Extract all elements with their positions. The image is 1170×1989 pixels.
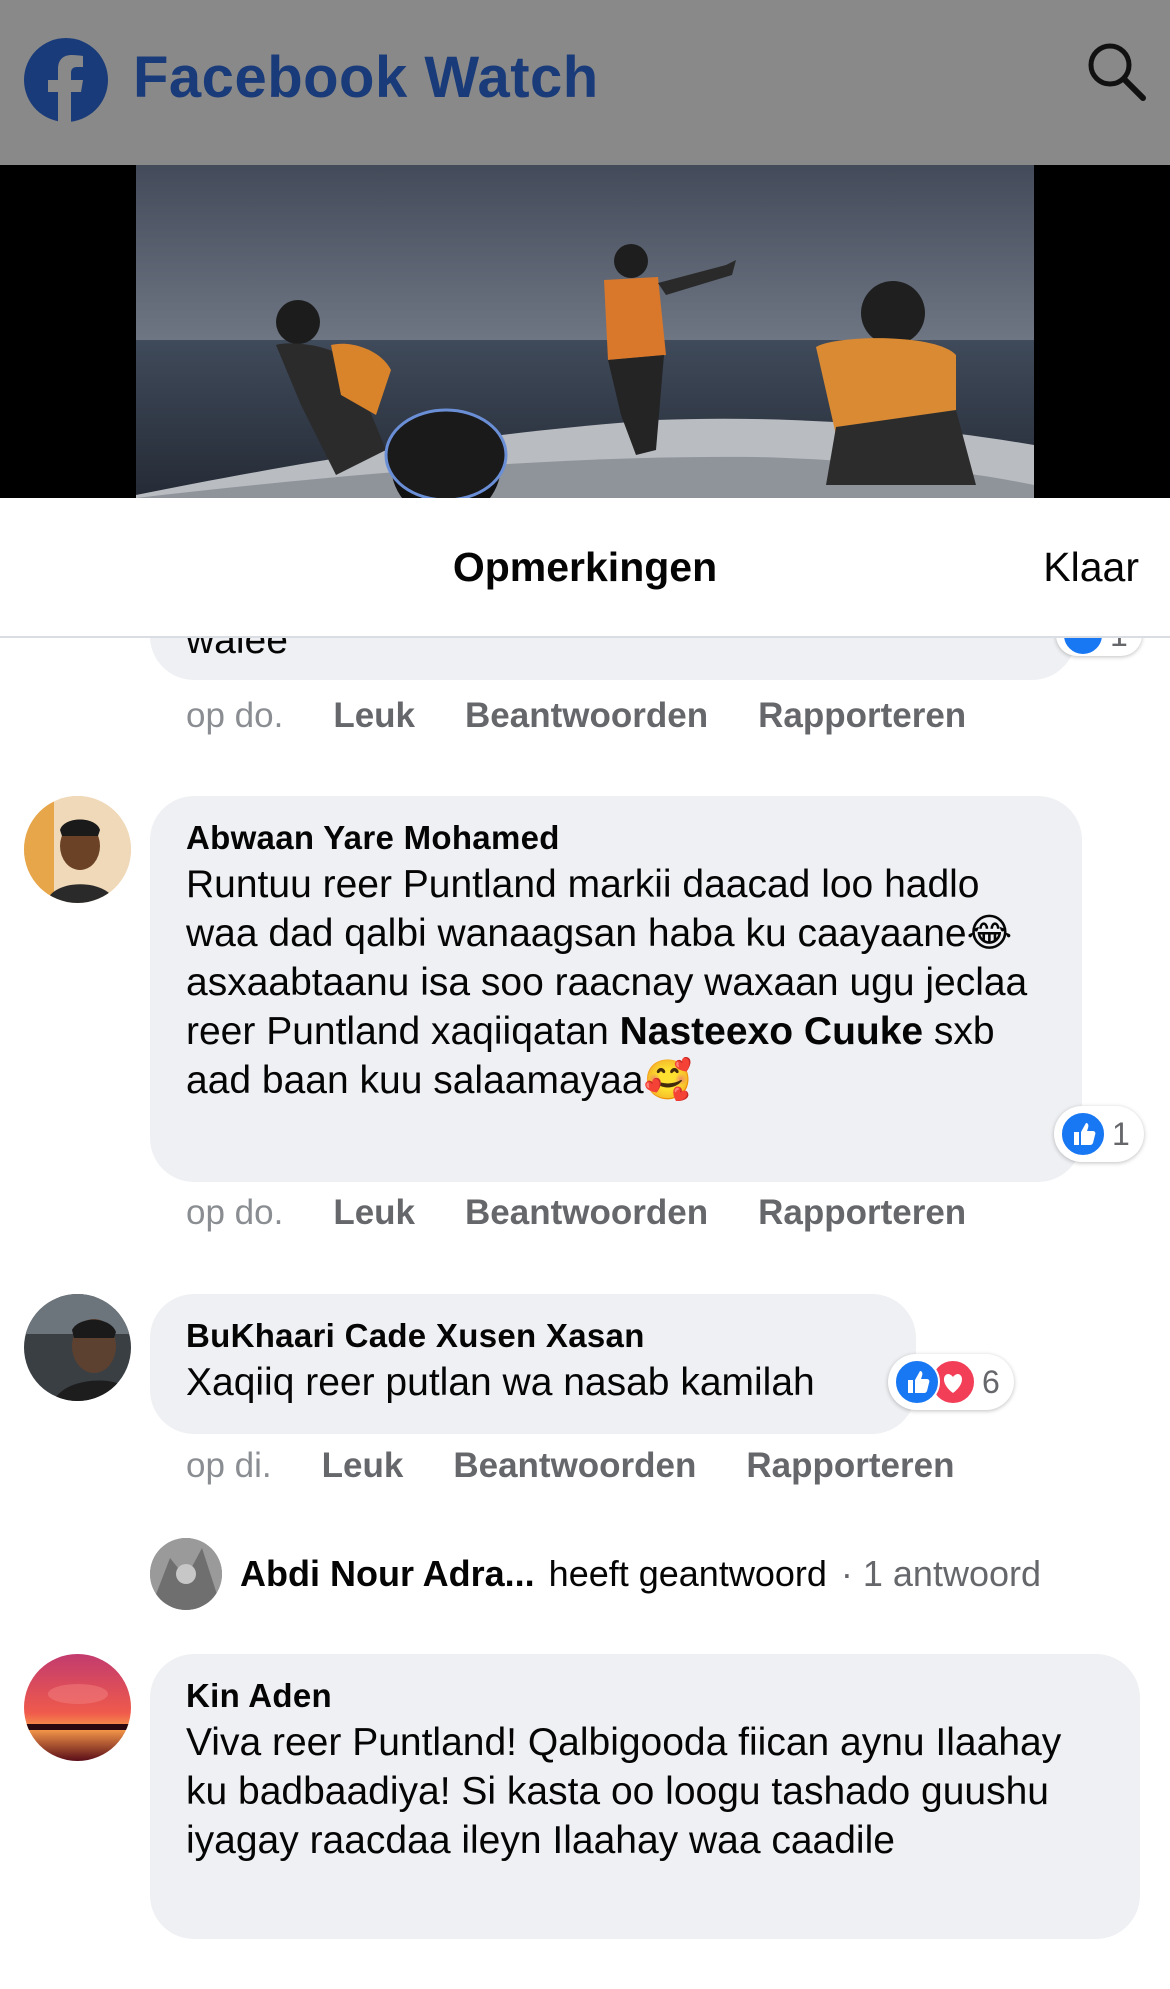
comment-actions: op do. Leuk Beantwoorden Rapporteren (186, 1193, 966, 1233)
sheet-header: Opmerkingen Klaar (0, 498, 1170, 638)
comment-author[interactable]: BuKhaari Cade Xusen Xasan (186, 1314, 880, 1358)
facebook-logo-icon[interactable] (24, 38, 108, 122)
comment-author[interactable]: Kin Aden (186, 1674, 1104, 1718)
like-reaction-icon (894, 1359, 940, 1405)
comments-sheet: Opmerkingen Klaar walee 1 op do. Leuk Be… (0, 498, 1170, 1989)
reply-verb: heeft geantwoord (548, 1553, 827, 1594)
like-button[interactable]: Leuk (322, 1446, 404, 1486)
comment-text: walee (186, 638, 288, 662)
comment-text: Runtuu reer Puntland markii daacad loo h… (186, 860, 1046, 1105)
like-button[interactable]: Leuk (333, 696, 415, 736)
comment-time: op do. (186, 696, 284, 735)
comment-actions: op di. Leuk Beantwoorden Rapporteren (186, 1446, 955, 1486)
comment-time: op di. (186, 1446, 272, 1485)
comment-bubble[interactable]: walee (150, 638, 1076, 680)
comment-time: op do. (186, 1193, 284, 1232)
view-replies-link[interactable]: Abdi Nour Adra... heeft geantwoord · 1 a… (150, 1538, 1041, 1610)
sheet-title: Opmerkingen (452, 544, 718, 590)
reaction-summary[interactable]: 1 (1054, 1106, 1144, 1162)
avatar[interactable] (24, 1294, 131, 1401)
reply-author: Abdi Nour Adra... (240, 1553, 535, 1594)
like-reaction-icon (1060, 1111, 1106, 1157)
reaction-summary[interactable]: 1 (1056, 638, 1142, 656)
avatar[interactable] (24, 796, 131, 903)
video-thumbnail[interactable] (136, 165, 1034, 498)
mention-link[interactable]: Nasteexo Cuuke (620, 1010, 923, 1053)
comment-bubble[interactable]: Abwaan Yare Mohamed Runtuu reer Puntland… (150, 796, 1082, 1182)
reply-button[interactable]: Beantwoorden (465, 1193, 708, 1233)
reaction-summary[interactable]: 6 (888, 1354, 1014, 1410)
reply-button[interactable]: Beantwoorden (465, 696, 708, 736)
comment-bubble[interactable]: Kin Aden Viva reer Puntland! Qalbigooda … (150, 1654, 1140, 1939)
app-title: Facebook Watch (133, 45, 599, 110)
top-bar: Facebook Watch (0, 0, 1170, 165)
comments-list[interactable]: walee 1 op do. Leuk Beantwoorden Rapport… (0, 638, 1170, 1989)
reaction-count: 1 (1110, 638, 1128, 654)
comment-text: Xaqiiq reer putlan wa nasab kamilah (186, 1361, 815, 1404)
comment-author[interactable]: Abwaan Yare Mohamed (186, 816, 1046, 860)
reply-count: · 1 antwoord (840, 1553, 1041, 1594)
video-player[interactable] (0, 165, 1170, 498)
like-reaction-icon (1062, 638, 1104, 656)
comment-bubble[interactable]: BuKhaari Cade Xusen Xasan Xaqiiq reer pu… (150, 1294, 916, 1434)
reply-button[interactable]: Beantwoorden (453, 1446, 696, 1486)
report-button[interactable]: Rapporteren (758, 1193, 966, 1233)
comment-text: Viva reer Puntland! Qalbigooda fiican ay… (186, 1721, 1062, 1862)
comment-actions: op do. Leuk Beantwoorden Rapporteren (186, 696, 966, 736)
avatar[interactable] (24, 1654, 131, 1761)
done-button[interactable]: Klaar (1043, 544, 1139, 591)
report-button[interactable]: Rapporteren (758, 696, 966, 736)
video-scene-image (136, 165, 1034, 498)
like-button[interactable]: Leuk (333, 1193, 415, 1233)
reaction-count: 6 (982, 1363, 1000, 1400)
report-button[interactable]: Rapporteren (746, 1446, 954, 1486)
reaction-count: 1 (1112, 1115, 1130, 1152)
search-icon[interactable] (1083, 38, 1149, 104)
reply-avatar (150, 1538, 222, 1610)
